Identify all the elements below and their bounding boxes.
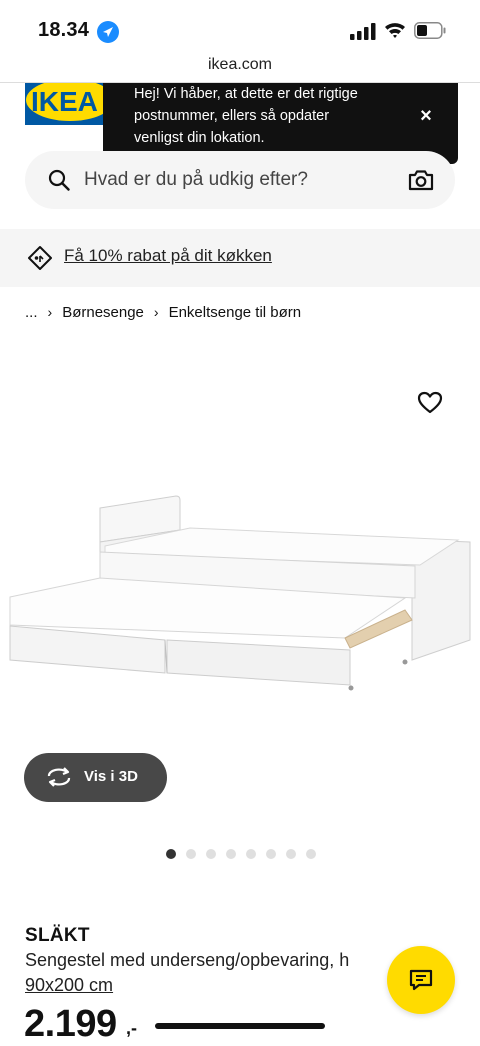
browser-url[interactable]: ikea.com — [0, 56, 480, 74]
product-name: SLÄKT — [25, 925, 90, 946]
breadcrumb: ... › Børnesenge › Enkeltsenge til børn — [25, 304, 301, 321]
breadcrumb-item[interactable]: Børnesenge — [62, 304, 144, 321]
location-toast-message: Hej! Vi håber, at dette er det rigtige p… — [134, 86, 358, 146]
product-image[interactable] — [0, 470, 480, 710]
heart-icon[interactable] — [417, 391, 443, 415]
chat-icon — [408, 968, 434, 992]
promo-link[interactable]: Få 10% rabat på dit køkken — [64, 246, 272, 266]
ikea-logo[interactable]: IKEA — [25, 83, 115, 125]
gallery-dot[interactable] — [306, 849, 316, 859]
wifi-icon — [384, 21, 406, 39]
product-size-link[interactable]: 90x200 cm — [25, 975, 113, 996]
rotate-3d-icon — [45, 765, 73, 789]
home-indicator[interactable] — [155, 1023, 325, 1029]
location-arrow-icon — [97, 21, 119, 43]
battery-icon — [414, 22, 446, 39]
tag-icon — [27, 245, 53, 271]
breadcrumb-separator: › — [153, 304, 159, 320]
status-time: 18.34 — [38, 19, 90, 41]
gallery-pagination — [166, 849, 316, 859]
search-icon — [48, 169, 70, 191]
price-suffix: ,- — [126, 1018, 137, 1038]
camera-icon[interactable] — [408, 168, 434, 192]
view-3d-label[interactable]: Vis i 3D — [84, 768, 138, 785]
gallery-dot[interactable] — [186, 849, 196, 859]
gallery-dot[interactable] — [246, 849, 256, 859]
gallery-dot[interactable] — [206, 849, 216, 859]
breadcrumb-ellipsis[interactable]: ... — [25, 304, 38, 321]
breadcrumb-item[interactable]: Enkeltsenge til børn — [169, 304, 302, 321]
close-icon[interactable]: × — [414, 104, 438, 128]
signal-icon — [350, 23, 376, 40]
gallery-dot[interactable] — [166, 849, 176, 859]
search-placeholder[interactable]: Hvad er du på udkig efter? — [84, 169, 308, 191]
gallery-dot[interactable] — [266, 849, 276, 859]
breadcrumb-separator: › — [47, 304, 53, 320]
logo-text: IKEA — [31, 86, 98, 117]
product-description: Sengestel med underseng/opbevaring, h — [25, 950, 350, 970]
gallery-dot[interactable] — [286, 849, 296, 859]
product-price: 2.199 — [24, 1003, 117, 1045]
gallery-dot[interactable] — [226, 849, 236, 859]
